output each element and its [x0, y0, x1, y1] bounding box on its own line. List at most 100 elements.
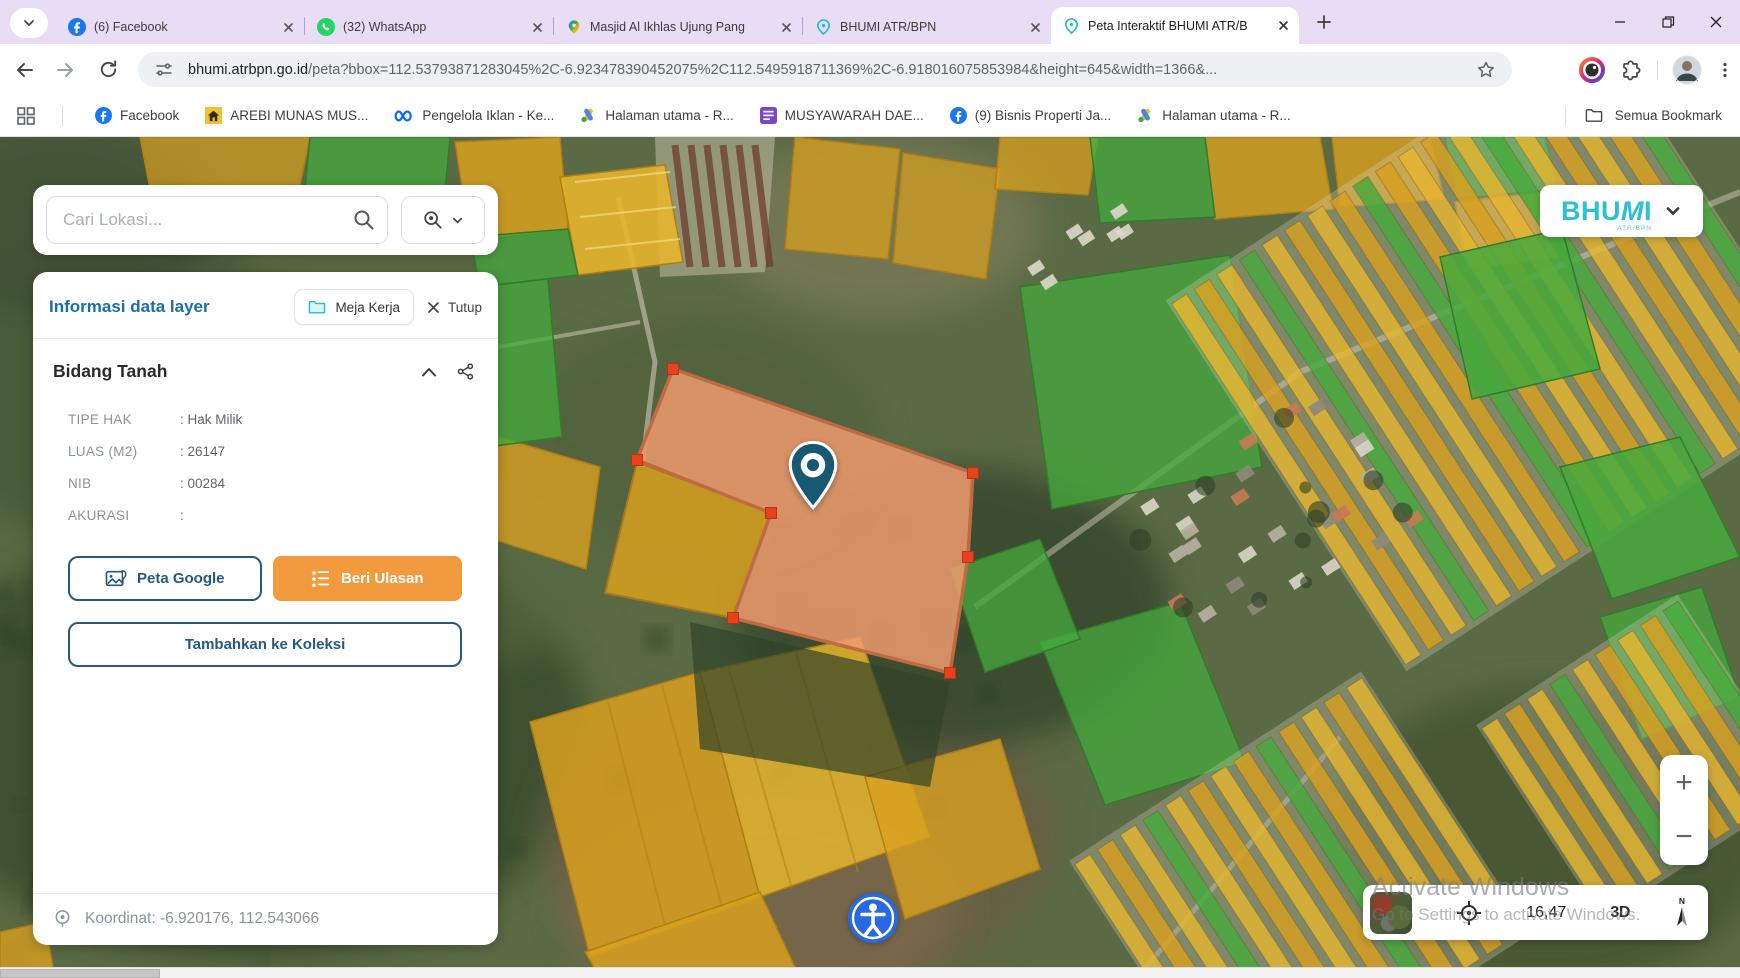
- search-box: [46, 196, 388, 244]
- extensions-puzzle-icon[interactable]: [1619, 58, 1643, 82]
- compass-control[interactable]: N: [1674, 897, 1690, 928]
- parcel-vertex-handle[interactable]: [632, 455, 643, 466]
- bookmark-label: (9) Bisnis Properti Ja...: [975, 108, 1112, 123]
- close-icon[interactable]: [281, 20, 296, 35]
- profile-avatar[interactable]: [1672, 55, 1702, 85]
- tab-masjid[interactable]: Masjid Al Ikhlas Ujung Pang: [554, 10, 802, 44]
- bookmark-halaman-utama-2[interactable]: Halaman utama - R...: [1137, 107, 1290, 124]
- kebab-menu-icon[interactable]: [1716, 61, 1734, 79]
- panel-header: Informasi data layer Meja Kerja Tutup: [33, 272, 498, 339]
- meja-kerja-button[interactable]: Meja Kerja: [294, 289, 414, 325]
- bookmark-musyawarah[interactable]: MUSYAWARAH DAE...: [760, 107, 924, 124]
- tab-label: Masjid Al Ikhlas Ujung Pang: [590, 20, 771, 34]
- close-window-button[interactable]: [1692, 0, 1740, 44]
- restore-button[interactable]: [1644, 0, 1692, 44]
- beri-ulasan-button[interactable]: Beri Ulasan: [273, 556, 463, 601]
- bhumi-logo-subtext: ATR/BPN: [1617, 226, 1652, 233]
- coordinate-readout: Koordinat: -6.920176, 112.543066: [85, 910, 319, 928]
- google-maps-pin-icon: [566, 18, 582, 36]
- section-actions: [421, 363, 474, 380]
- field-row: AKURASI:: [68, 508, 498, 523]
- field-value: :: [180, 508, 184, 523]
- purple-list-icon: [760, 107, 777, 124]
- url-text[interactable]: bhumi.atrbpn.go.id/peta?bbox=112.5379387…: [188, 62, 1472, 78]
- bookmark-label: Pengelola Iklan - Ke...: [422, 108, 554, 123]
- scrollbar-thumb[interactable]: [0, 969, 160, 978]
- omnibox[interactable]: bhumi.atrbpn.go.id/peta?bbox=112.5379387…: [138, 52, 1512, 87]
- back-arrow-icon: [13, 59, 35, 81]
- close-icon[interactable]: [1276, 18, 1291, 33]
- parcel-vertex-handle[interactable]: [963, 552, 974, 563]
- peta-google-label: Peta Google: [137, 570, 225, 587]
- lens-extension-icon[interactable]: [1579, 57, 1605, 83]
- tab-label: Peta Interaktif BHUMI ATR/B: [1088, 19, 1268, 33]
- tab-bhumi[interactable]: BHUMI ATR/BPN: [803, 10, 1051, 44]
- bookmark-bisnis-properti[interactable]: (9) Bisnis Properti Ja...: [950, 107, 1112, 124]
- bookmark-halaman-utama-1[interactable]: Halaman utama - R...: [580, 107, 733, 124]
- tab-strip: (6) Facebook (32) WhatsApp Masjid Al Ikh…: [0, 0, 1740, 44]
- parcel-vertex-handle[interactable]: [766, 508, 777, 519]
- bookmark-pengelola-iklan[interactable]: Pengelola Iklan - Ke...: [394, 108, 554, 123]
- parcel-marker-pin-icon[interactable]: [785, 440, 841, 510]
- tab-whatsapp[interactable]: (32) WhatsApp: [305, 10, 553, 44]
- back-button[interactable]: [6, 52, 42, 88]
- close-panel-button[interactable]: Tutup: [424, 296, 484, 319]
- accessibility-button[interactable]: [847, 892, 899, 944]
- bookmark-star-icon[interactable]: [1472, 56, 1500, 84]
- all-bookmarks[interactable]: Semua Bookmark: [1565, 106, 1722, 126]
- parcel-fields: TIPE HAK: Hak Milik LUAS (M2): 26147 NIB…: [33, 386, 498, 540]
- site-settings-icon[interactable]: [150, 56, 178, 84]
- meja-kerja-label: Meja Kerja: [335, 300, 400, 315]
- field-label: AKURASI: [68, 508, 180, 523]
- tab-peta-interaktif-active[interactable]: Peta Interaktif BHUMI ATR/B: [1051, 7, 1299, 44]
- tambahkan-koleksi-button[interactable]: Tambahkan ke Koleksi: [68, 622, 462, 667]
- parcel-vertex-handle[interactable]: [968, 468, 979, 479]
- locate-crosshair-icon[interactable]: [1456, 900, 1482, 926]
- bidang-tanah-section: Bidang Tanah: [33, 339, 498, 386]
- zoom-level-readout: 16,47: [1526, 904, 1566, 922]
- field-value: : 26147: [180, 444, 225, 459]
- bhumi-pin-icon: [1063, 17, 1080, 35]
- bookmark-label: AREBI MUNAS MUS...: [230, 108, 368, 123]
- chevron-down-icon[interactable]: [1664, 202, 1682, 220]
- window-controls: [1596, 0, 1740, 44]
- facebook-icon: [950, 107, 967, 124]
- parcel-vertex-handle[interactable]: [668, 364, 679, 375]
- zoom-in-button[interactable]: +: [1660, 761, 1708, 805]
- tab-search-button[interactable]: [10, 8, 48, 38]
- tab-facebook[interactable]: (6) Facebook: [56, 10, 304, 44]
- search-icon[interactable]: [352, 208, 376, 232]
- forward-button[interactable]: [48, 52, 84, 88]
- bookmark-arebi[interactable]: AREBI MUNAS MUS...: [205, 107, 368, 124]
- plus-icon: [1316, 14, 1332, 30]
- bhumi-pin-icon: [815, 18, 832, 36]
- search-input[interactable]: [46, 196, 388, 244]
- share-icon[interactable]: [457, 363, 474, 380]
- close-icon: [1709, 15, 1723, 29]
- bhumi-logo-card[interactable]: BHUMI ATR/BPN: [1540, 185, 1703, 237]
- peta-google-button[interactable]: Peta Google: [68, 556, 262, 601]
- bookmark-facebook[interactable]: Facebook: [95, 107, 179, 124]
- basemap-thumbnail[interactable]: [1370, 892, 1412, 934]
- close-icon[interactable]: [1028, 20, 1043, 35]
- bhumi-logo: BHUMI ATR/BPN: [1561, 198, 1652, 225]
- zoom-out-button[interactable]: −: [1660, 815, 1708, 859]
- minimize-button[interactable]: [1596, 0, 1644, 44]
- map-viewport[interactable]: Informasi data layer Meja Kerja Tutup Bi…: [0, 137, 1740, 978]
- new-tab-button[interactable]: [1309, 7, 1339, 37]
- workspace-folder-icon: [308, 299, 326, 315]
- field-label: LUAS (M2): [68, 444, 180, 459]
- search-mode-button[interactable]: [401, 196, 485, 244]
- close-icon[interactable]: [779, 20, 794, 35]
- layer-info-panel: Informasi data layer Meja Kerja Tutup Bi…: [33, 272, 498, 945]
- parcel-vertex-handle[interactable]: [945, 668, 956, 679]
- threed-toggle[interactable]: 3D: [1610, 904, 1629, 922]
- horizontal-scrollbar[interactable]: [0, 967, 1740, 978]
- facebook-icon: [68, 18, 86, 36]
- chevron-up-icon[interactable]: [421, 366, 437, 378]
- reload-button[interactable]: [90, 52, 126, 88]
- tambahkan-label: Tambahkan ke Koleksi: [185, 636, 346, 653]
- apps-grid-icon[interactable]: [16, 106, 36, 126]
- close-icon[interactable]: [530, 20, 545, 35]
- parcel-vertex-handle[interactable]: [728, 613, 739, 624]
